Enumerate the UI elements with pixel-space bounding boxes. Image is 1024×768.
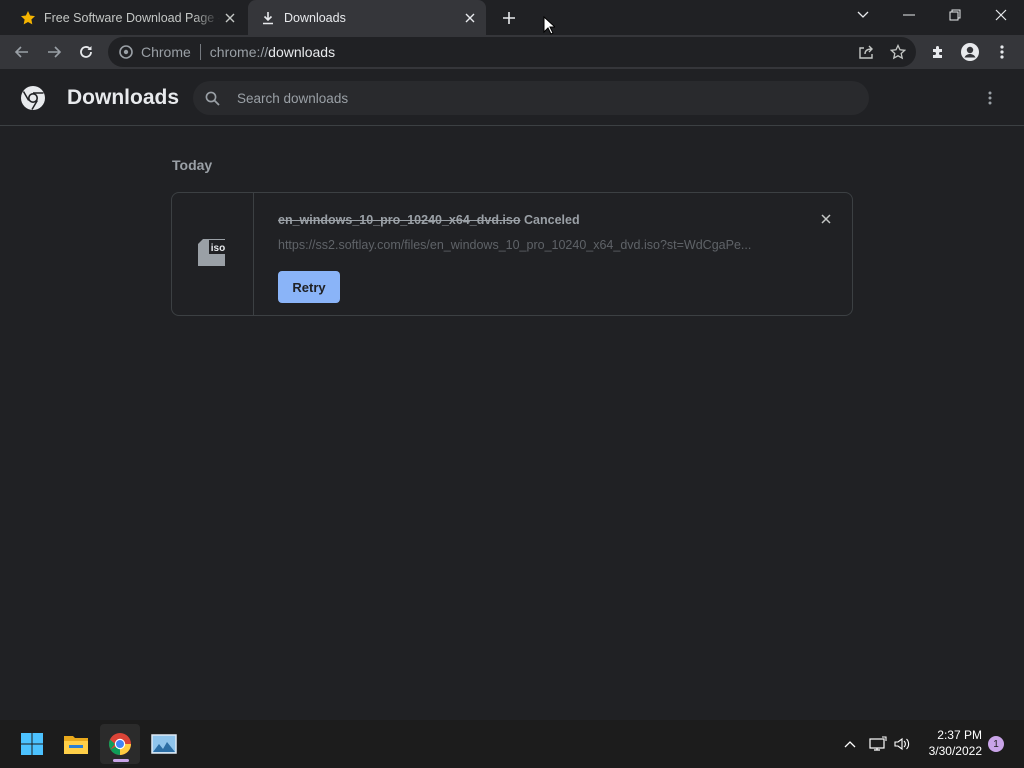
clock-date: 3/30/2022 (928, 744, 982, 758)
chrome-logo-icon (20, 85, 46, 111)
url-scheme: chrome:// (209, 44, 269, 60)
url-host: downloads (268, 44, 336, 60)
windows-start-icon[interactable] (12, 724, 52, 764)
address-divider (199, 44, 201, 60)
remove-from-list-icon[interactable] (817, 210, 835, 228)
file-explorer-icon[interactable] (56, 724, 96, 764)
tab-free-software[interactable]: Free Software Download Page - Softlay (8, 0, 246, 35)
retry-button[interactable]: Retry (278, 271, 340, 303)
iso-file-icon: iso (196, 238, 230, 268)
tab-strip: Free Software Download Page - Softlay Do… (0, 0, 1024, 35)
tab-downloads[interactable]: Downloads (248, 0, 486, 35)
clock-time: 2:37 PM (937, 728, 982, 742)
windows-taskbar (0, 720, 1024, 768)
mouse-pointer-icon (543, 15, 557, 36)
tab-title: Free Software Download Page - Softlay (44, 10, 220, 25)
file-name[interactable]: en_windows_10_pro_10240_x64_dvd.iso (278, 213, 521, 227)
download-item-card: iso en_windows_10_pro_10240_x64_dvd.iso … (171, 192, 853, 316)
tab-title: Downloads (284, 10, 346, 25)
reload-icon[interactable] (72, 38, 100, 66)
downloads-header: Downloads (0, 69, 1024, 126)
back-arrow-icon[interactable] (8, 38, 36, 66)
network-icon[interactable] (868, 734, 888, 754)
search-input[interactable] (237, 90, 837, 106)
address-bar[interactable]: Chrome chrome://downloads (108, 37, 916, 67)
chevron-up-icon[interactable] (840, 734, 860, 754)
tab-search-icon[interactable] (840, 0, 886, 30)
search-downloads-box[interactable] (193, 81, 869, 115)
download-status: Canceled (524, 213, 580, 227)
star-icon (20, 10, 36, 26)
chrome-taskbar-icon[interactable] (100, 724, 140, 764)
restore-icon[interactable] (932, 0, 978, 30)
search-icon (205, 90, 221, 106)
extensions-icon[interactable] (924, 38, 952, 66)
browser-menu-icon[interactable] (988, 38, 1016, 66)
close-tab-icon[interactable] (220, 8, 240, 28)
browser-toolbar: Chrome chrome://downloads (0, 35, 1024, 69)
system-clock[interactable]: 2:37 PM 3/30/2022 (920, 727, 982, 759)
download-icon (260, 10, 276, 26)
minimize-icon[interactable] (886, 0, 932, 30)
profile-avatar-icon[interactable] (956, 38, 984, 66)
volume-icon[interactable] (892, 734, 912, 754)
bookmark-star-icon[interactable] (889, 43, 907, 61)
file-type-label: iso (211, 243, 225, 254)
forward-arrow-icon[interactable] (40, 38, 68, 66)
chrome-site-icon (119, 45, 133, 59)
site-chip-label: Chrome (141, 44, 191, 60)
share-icon[interactable] (857, 43, 875, 61)
page-title: Downloads (67, 86, 180, 109)
close-tab-icon[interactable] (460, 8, 480, 28)
date-section-label: Today (172, 157, 213, 173)
new-tab-button[interactable] (498, 7, 520, 29)
downloads-menu-icon[interactable] (980, 88, 1000, 108)
active-app-indicator (113, 759, 129, 762)
notification-badge[interactable]: 1 (988, 736, 1004, 752)
photos-app-icon[interactable] (144, 724, 184, 764)
close-window-icon[interactable] (978, 0, 1024, 30)
download-url[interactable]: https://ss2.softlay.com/files/en_windows… (278, 238, 751, 252)
file-icon-column: iso (172, 193, 254, 315)
